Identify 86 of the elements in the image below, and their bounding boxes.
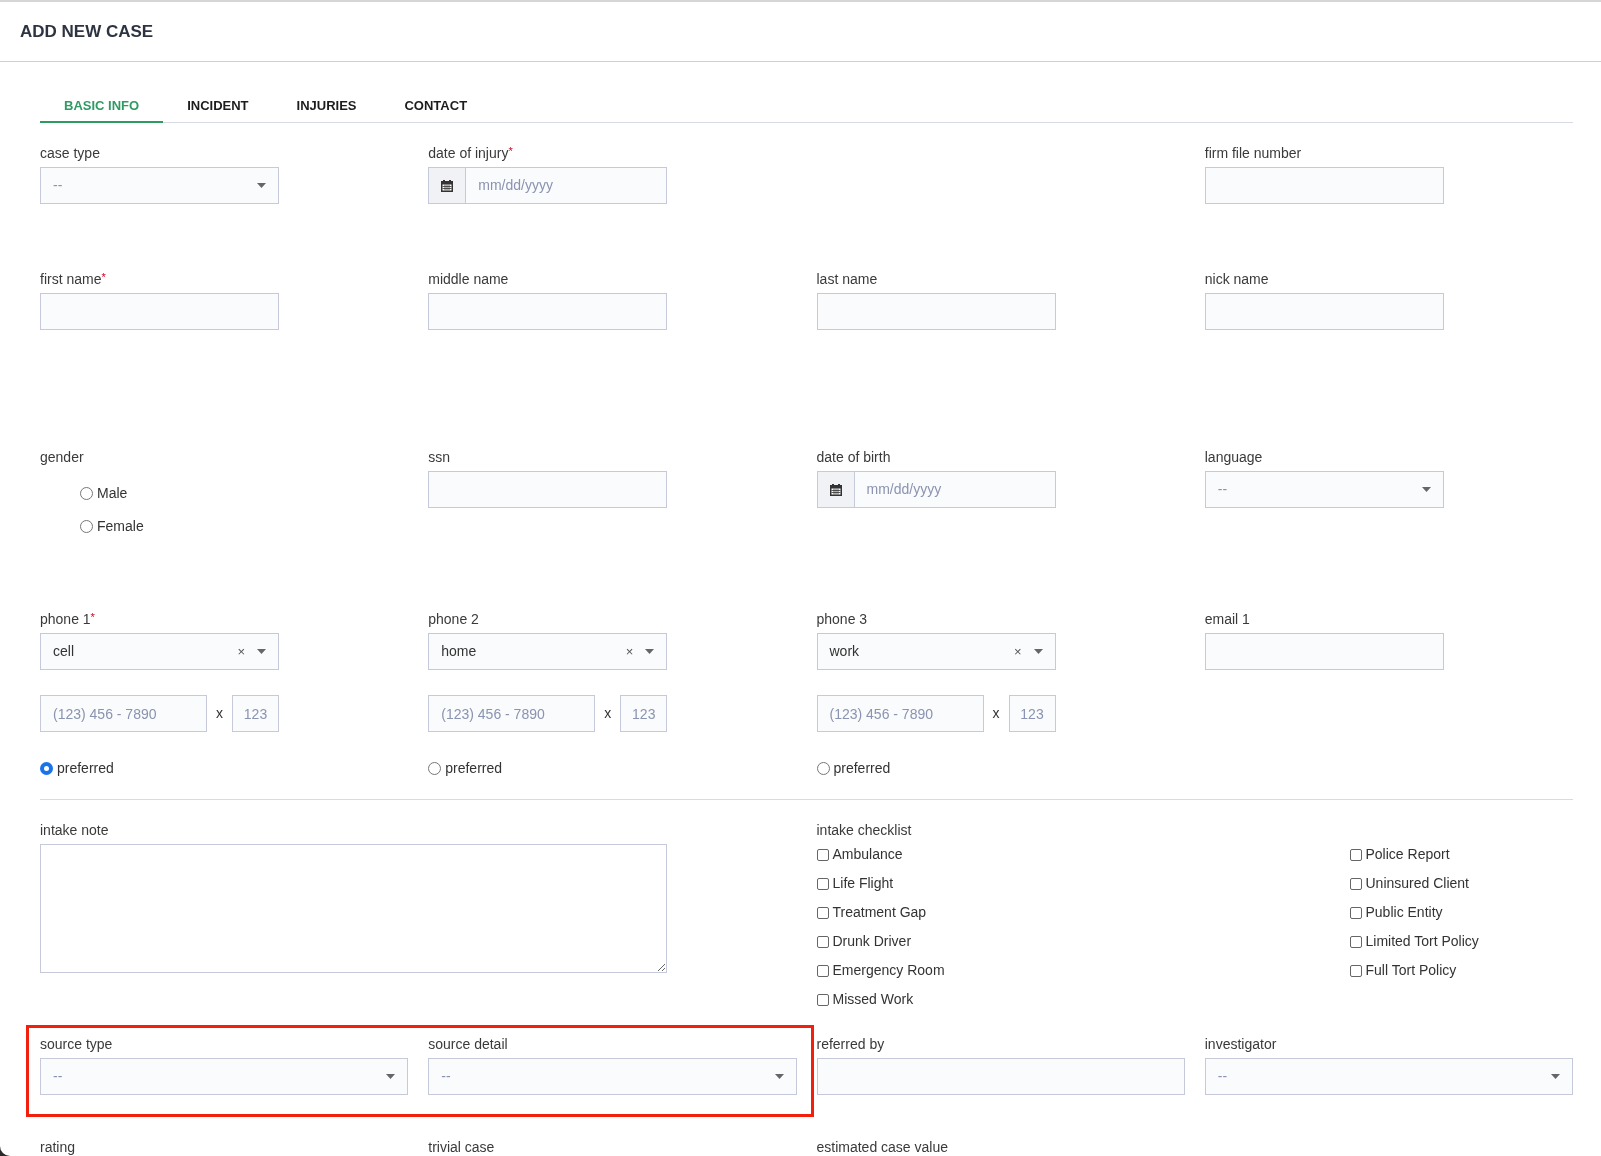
- phone-type-select[interactable]: home ×: [428, 633, 668, 670]
- tab[interactable]: CONTACT: [380, 90, 492, 123]
- checklist-item[interactable]: Police Report: [1349, 840, 1573, 869]
- radio-option[interactable]: Male: [80, 483, 409, 504]
- intake-note-field[interactable]: [40, 844, 667, 973]
- text-field[interactable]: [816, 1058, 1185, 1095]
- field-label: investigator: [1204, 1034, 1277, 1054]
- checklist-item[interactable]: Drunk Driver: [816, 927, 1350, 956]
- phone-number-field[interactable]: (123) 456 - 7890: [816, 695, 984, 732]
- clear-button[interactable]: ×: [625, 641, 634, 662]
- dialog-title: ADD NEW CASE: [20, 20, 154, 43]
- tab[interactable]: BASIC INFO: [40, 90, 164, 123]
- required-mark: *: [508, 144, 513, 157]
- text-field[interactable]: [816, 293, 1056, 330]
- field-label: source detail: [428, 1034, 508, 1054]
- field-label: intake note: [40, 820, 109, 840]
- date-field[interactable]: mm/dd/yyyy: [816, 471, 1056, 508]
- caret-icon: [774, 1074, 784, 1079]
- field-label: phone 3: [816, 609, 868, 629]
- field-label: firm file number: [1204, 143, 1302, 163]
- extension-separator: x: [991, 704, 1001, 723]
- caret-icon: [257, 649, 266, 654]
- tab[interactable]: INJURIES: [272, 90, 381, 123]
- field-label: gender: [40, 447, 84, 467]
- phone-type-select[interactable]: cell ×: [40, 633, 279, 670]
- checklist-item[interactable]: Public Entity: [1349, 898, 1573, 927]
- extension-field[interactable]: 123: [232, 695, 279, 732]
- calendar-icon: [829, 483, 842, 496]
- field-label: intake checklist: [816, 820, 912, 840]
- checklist-item[interactable]: Full Tort Policy: [1349, 956, 1573, 985]
- field-label: date of birth: [816, 447, 891, 467]
- caret-icon: [257, 183, 266, 188]
- required-mark: *: [90, 610, 95, 623]
- text-field[interactable]: [428, 293, 668, 330]
- field-label: middle name: [428, 269, 509, 289]
- text-field[interactable]: [428, 471, 668, 508]
- extension-separator: x: [215, 704, 224, 723]
- field-label: nick name: [1204, 269, 1269, 289]
- caret-icon: [1033, 649, 1043, 654]
- field-label: source type: [40, 1034, 113, 1054]
- extension-field[interactable]: 123: [620, 695, 668, 732]
- caret-icon: [645, 649, 655, 654]
- field-label: email 1: [1204, 609, 1250, 629]
- checklist-item[interactable]: Ambulance: [816, 840, 1350, 869]
- caret-icon: [1421, 487, 1431, 492]
- phone-type-select[interactable]: work ×: [816, 633, 1056, 670]
- text-field[interactable]: [1204, 167, 1444, 204]
- checklist-item[interactable]: Treatment Gap: [816, 898, 1350, 927]
- checklist-item[interactable]: Uninsured Client: [1349, 869, 1573, 898]
- preferred-radio[interactable]: preferred: [40, 758, 409, 779]
- preferred-radio[interactable]: preferred: [816, 758, 1185, 779]
- field-label: date of injury: [428, 143, 509, 163]
- clear-button[interactable]: ×: [237, 641, 245, 662]
- field-label: ssn: [428, 447, 451, 467]
- checklist-item[interactable]: Emergency Room: [816, 956, 1350, 985]
- text-field[interactable]: [1204, 633, 1444, 670]
- date-field[interactable]: mm/dd/yyyy: [428, 167, 668, 204]
- field-label: trivial case: [428, 1137, 495, 1156]
- field-label: referred by: [816, 1034, 885, 1054]
- field-label: first name: [40, 269, 102, 289]
- field-label: last name: [816, 269, 878, 289]
- field-label: case type: [40, 143, 100, 163]
- text-field[interactable]: [40, 293, 279, 330]
- checklist-item[interactable]: Missed Work: [816, 985, 1350, 1014]
- required-mark: *: [101, 270, 106, 283]
- preferred-radio[interactable]: preferred: [428, 758, 797, 779]
- caret-icon: [386, 1074, 396, 1079]
- date-text-input[interactable]: mm/dd/yyyy: [854, 472, 1055, 507]
- checklist-item[interactable]: Limited Tort Policy: [1349, 927, 1573, 956]
- radio-option[interactable]: Female: [80, 516, 409, 537]
- field-label: rating: [40, 1137, 76, 1156]
- field-label: phone 1: [40, 609, 91, 629]
- field-label: phone 2: [428, 609, 479, 629]
- extension-separator: x: [603, 704, 613, 723]
- date-text-input[interactable]: mm/dd/yyyy: [466, 168, 667, 203]
- field-label: language: [1204, 447, 1263, 467]
- checklist-item[interactable]: Life Flight: [816, 869, 1350, 898]
- field-label: estimated case value: [816, 1137, 949, 1156]
- phone-number-field[interactable]: (123) 456 - 7890: [428, 695, 596, 732]
- text-field[interactable]: [1204, 293, 1444, 330]
- extension-field[interactable]: 123: [1008, 695, 1056, 732]
- caret-icon: [1551, 1074, 1560, 1079]
- phone-number-field[interactable]: (123) 456 - 7890: [40, 695, 207, 732]
- clear-button[interactable]: ×: [1013, 641, 1022, 662]
- calendar-icon: [441, 179, 454, 192]
- tab[interactable]: INCIDENT: [163, 90, 273, 123]
